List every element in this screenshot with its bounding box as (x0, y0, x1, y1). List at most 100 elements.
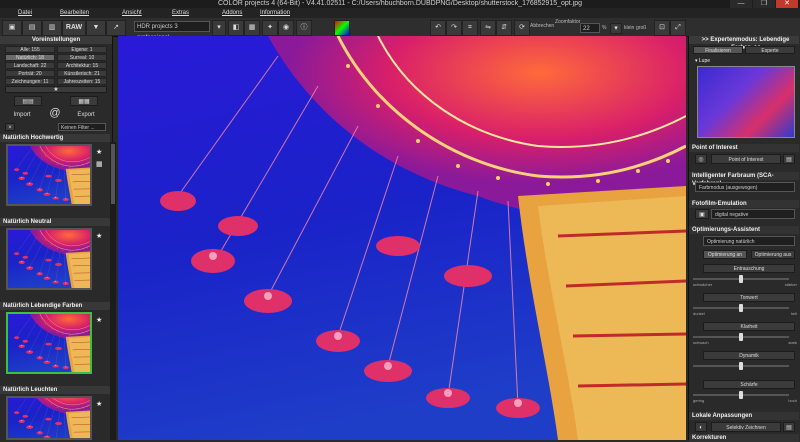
filter-clear-button[interactable]: × (5, 123, 15, 131)
preset-thumb-2[interactable] (6, 228, 92, 290)
rotate-button[interactable]: ⟳ (514, 20, 530, 36)
raw-button[interactable]: RAW (62, 20, 86, 36)
import-button[interactable]: Import (2, 108, 42, 122)
opt-on-button[interactable]: Optimierung an (703, 250, 747, 259)
category-portrait[interactable]: Porträt: 20 (5, 70, 55, 77)
adjustment-slider-1[interactable] (693, 278, 789, 280)
category-all[interactable]: Alle: 155 (5, 46, 55, 53)
menu-extras[interactable]: Extras (172, 8, 189, 18)
export-button[interactable]: ↗ (106, 20, 126, 36)
poi-target-button[interactable]: ◎ (695, 154, 707, 164)
category-landscape[interactable]: Landschaft: 22 (5, 62, 55, 69)
selective-draw-button[interactable]: Selektiv Zeichnen (711, 422, 781, 432)
adjustment-slider-5[interactable] (693, 394, 789, 396)
favorites-button[interactable]: ★ (5, 86, 107, 93)
close-button[interactable]: ✕ (776, 0, 798, 8)
favorite-star-icon[interactable]: ★ (96, 316, 102, 324)
scrollbar-thumb[interactable] (111, 144, 115, 204)
crop-icon: ⌗ (468, 24, 472, 31)
image-canvas[interactable] (118, 36, 686, 440)
maximize-button[interactable]: ❐ (753, 0, 775, 8)
tab-finalize[interactable]: Finalisieren (693, 46, 743, 54)
poi-button[interactable]: Point of Interest (711, 154, 781, 164)
slider-knob[interactable] (739, 333, 743, 341)
open-file-button[interactable]: ▤ (22, 20, 42, 36)
slider-button-2[interactable]: Tonwert (703, 293, 795, 302)
preset-thumb-1[interactable] (6, 144, 92, 206)
profile-select[interactable]: HDR projects 3 professional (134, 21, 210, 32)
adjustment-slider-3[interactable] (693, 336, 789, 338)
window-title: COLOR projects 4 (64-Bit) - V4.41.02511 … (0, 0, 800, 8)
thumbnail-image (8, 398, 90, 438)
tab-expert[interactable]: Experte (745, 46, 795, 54)
film-toggle-button[interactable]: ▣ (695, 209, 709, 219)
favorite-star-icon[interactable]: ★ (96, 148, 102, 156)
filter-select[interactable]: Keinen Filter ... (58, 123, 106, 131)
crop-button[interactable]: ⌗ (462, 20, 478, 36)
slider-button-1[interactable]: Entrauschung (703, 264, 795, 273)
slider-button-4[interactable]: Dynamik (703, 351, 795, 360)
menu-bearbeiten[interactable]: Bearbeiten (60, 8, 89, 18)
category-architecture[interactable]: Architektur: 15 (57, 62, 107, 69)
sca-select[interactable]: Farbmodus (ausgewogen) (695, 182, 795, 192)
favorite-star-icon[interactable]: ★ (96, 232, 102, 240)
preset-title: Natürlich Lebendige Farben (0, 302, 110, 310)
poi-settings-button[interactable]: ▤ (783, 154, 795, 164)
mirror-button[interactable]: ⇋ (480, 20, 496, 36)
favorite-star-icon[interactable]: ★ (96, 400, 102, 408)
category-artistic[interactable]: Künstlerisch: 21 (57, 70, 107, 77)
adjustment-slider-4[interactable] (693, 365, 789, 367)
mirror-icon: ⇋ (485, 24, 491, 31)
menu-information[interactable]: Information (260, 8, 290, 18)
category-natural[interactable]: Natürlich: 18 (5, 54, 55, 61)
menu-addons[interactable]: Addons (222, 8, 242, 18)
minimize-button[interactable]: — (730, 0, 752, 8)
slider-knob[interactable] (739, 362, 743, 370)
slider-knob[interactable] (739, 391, 743, 399)
export-preset-button[interactable]: Export (66, 108, 106, 122)
rotate-icon: ⟳ (519, 24, 525, 31)
brush-button[interactable]: ◐ (695, 422, 707, 432)
opt-off-button[interactable]: Optimierung aus (751, 250, 795, 259)
preset-thumb-3[interactable] (6, 312, 92, 374)
redo-button[interactable]: ↷ (446, 20, 462, 36)
slider-knob[interactable] (739, 275, 743, 283)
file-icon: ▤ (29, 24, 36, 31)
undo-button[interactable]: ↶ (430, 20, 446, 36)
menu-datei[interactable]: Datei (18, 8, 32, 18)
grid-view-button[interactable]: ▦▦ (70, 96, 98, 106)
zoom-input[interactable]: 22 (580, 23, 600, 33)
slider-knob[interactable] (739, 304, 743, 312)
fit-button[interactable]: ⊡ (654, 20, 670, 36)
compare-button[interactable]: ◧ (228, 20, 244, 36)
batch-button[interactable]: ▥ (42, 20, 62, 36)
zoom-stepper[interactable]: ▾ (610, 23, 622, 34)
category-seasons[interactable]: Jahreszeiten: 15 (57, 78, 107, 85)
flip-button[interactable]: ⇵ (496, 20, 512, 36)
view-button[interactable]: ◉ (278, 20, 294, 36)
preset-thumb-4[interactable] (6, 396, 92, 440)
histogram-button[interactable]: ▦ (244, 20, 260, 36)
brush-icon: ◐ (699, 425, 703, 431)
email-button[interactable]: @ (48, 106, 62, 120)
effect-button[interactable]: ✦ (262, 20, 278, 36)
fullscreen-button[interactable]: ⤢ (670, 20, 686, 36)
opt-select[interactable]: Optimierung natürlich (703, 236, 795, 246)
category-drawings[interactable]: Zeichnungen: 11 (5, 78, 55, 85)
delete-icon[interactable]: ▦ (96, 160, 103, 168)
slider-button-5[interactable]: Schärfe (703, 380, 795, 389)
list-view-button[interactable]: ▤▤ (14, 96, 42, 106)
adjustment-slider-2[interactable] (693, 307, 789, 309)
slider-button-3[interactable]: Klarheit (703, 322, 795, 331)
local-settings-button[interactable]: ▤ (783, 422, 795, 432)
menu-ansicht[interactable]: Ansicht (122, 8, 142, 18)
presets-scrollbar[interactable] (110, 142, 116, 440)
save-button[interactable]: ▼ (86, 20, 106, 36)
open-folder-button[interactable]: ▣ (2, 20, 22, 36)
category-own[interactable]: Eigene: 1 (57, 46, 107, 53)
info-button[interactable]: ⓘ (296, 20, 312, 36)
category-surreal[interactable]: Surreal: 10 (57, 54, 107, 61)
color-button[interactable] (334, 20, 350, 36)
film-select[interactable]: digital negative (711, 209, 795, 219)
profile-dropdown-arrow[interactable]: ▾ (212, 20, 226, 36)
